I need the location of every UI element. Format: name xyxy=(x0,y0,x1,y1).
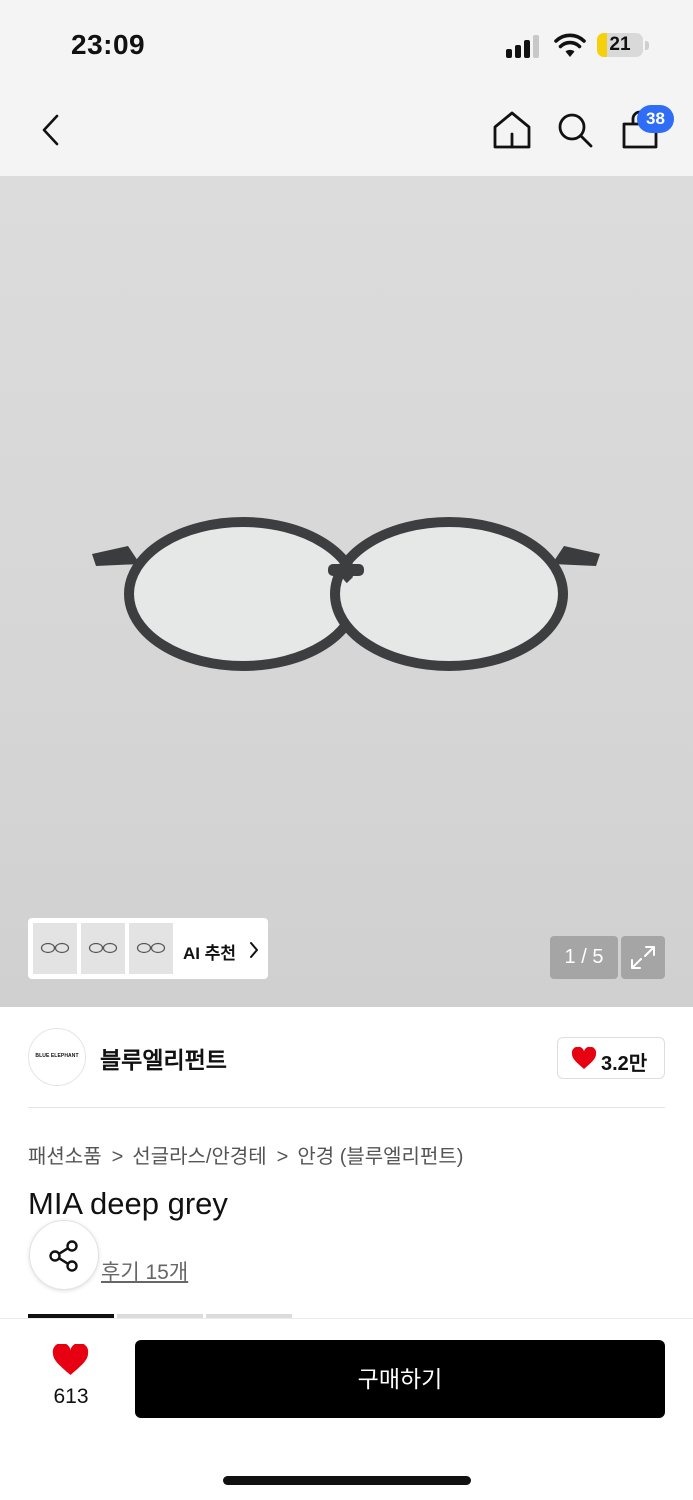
breadcrumb-separator-icon: > xyxy=(276,1146,289,1168)
heart-icon xyxy=(571,1047,597,1069)
battery-nub xyxy=(645,41,649,50)
breadcrumb-item[interactable]: 안경 (블루엘리펀트) xyxy=(297,1146,463,1168)
glasses-thumbnail-icon xyxy=(88,942,118,954)
divider xyxy=(28,1107,665,1108)
breadcrumb-item[interactable]: 패션소품 xyxy=(28,1146,102,1168)
share-button[interactable] xyxy=(29,1220,99,1290)
breadcrumb-separator-icon: > xyxy=(111,1146,124,1168)
ai-recommend-card[interactable]: AI 추천 xyxy=(28,918,268,979)
ai-thumb-2[interactable] xyxy=(81,923,125,974)
brand-like-count: 3.2만 xyxy=(601,1053,648,1075)
product-image-glasses xyxy=(92,517,600,671)
breadcrumb-item[interactable]: 선글라스/안경테 xyxy=(132,1146,266,1168)
chevron-left-icon[interactable] xyxy=(38,113,62,147)
glasses-thumbnail-icon xyxy=(40,942,70,954)
image-page-indicator: 1 / 5 xyxy=(550,936,618,979)
chevron-right-icon xyxy=(250,942,258,958)
brand-logo-text: BLUE ELEPHANT xyxy=(35,1053,79,1059)
breadcrumb: 패션소품 > 선글라스/안경테 > 안경 (블루엘리펀트) xyxy=(28,1140,463,1169)
status-bar: 23:09 21 xyxy=(0,0,693,90)
review-link[interactable]: 후기 15개 xyxy=(101,1256,188,1286)
brand-name[interactable]: 블루엘리펀트 xyxy=(100,1041,227,1075)
search-icon[interactable] xyxy=(556,111,594,149)
wifi-icon xyxy=(554,33,586,57)
brand-like-button[interactable]: 3.2만 xyxy=(557,1037,665,1079)
expand-icon xyxy=(631,946,655,969)
share-icon xyxy=(49,1240,78,1272)
ai-thumb-3[interactable] xyxy=(129,923,173,974)
expand-image-button[interactable] xyxy=(621,936,665,979)
status-time: 23:09 xyxy=(71,29,146,60)
battery-icon: 21 xyxy=(597,33,643,57)
product-title: MIA deep grey xyxy=(28,1186,228,1221)
signal-bars-icon xyxy=(506,34,542,58)
cart-count-badge: 38 xyxy=(637,105,674,133)
glasses-thumbnail-icon xyxy=(136,942,166,954)
wishlist-count: 613 xyxy=(53,1385,89,1408)
buy-button[interactable]: 구매하기 xyxy=(135,1340,665,1418)
battery-level: 21 xyxy=(609,34,631,55)
ai-thumb-1[interactable] xyxy=(33,923,77,974)
brand-logo[interactable]: BLUE ELEPHANT xyxy=(28,1028,86,1086)
ai-recommend-label: AI 추천 xyxy=(183,944,237,963)
wishlist-heart-icon[interactable] xyxy=(52,1344,89,1377)
home-indicator xyxy=(223,1476,471,1485)
home-icon[interactable] xyxy=(492,110,532,150)
